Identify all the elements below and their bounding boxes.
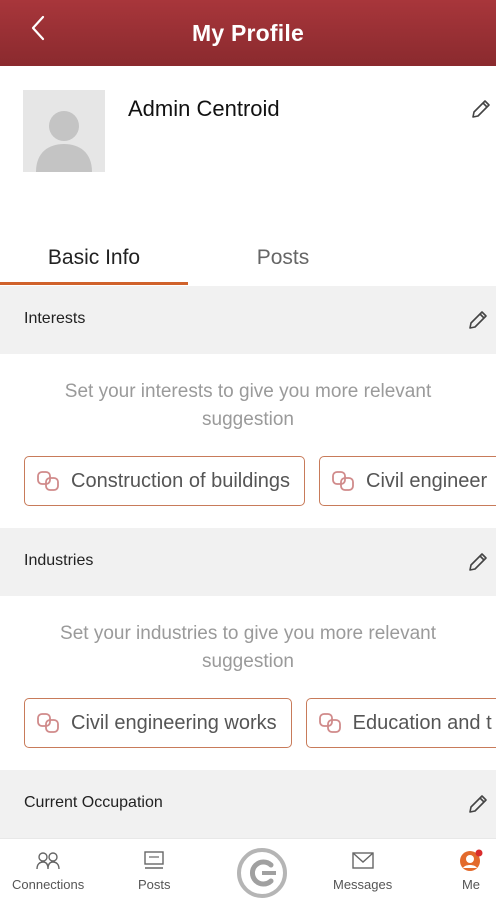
interest-chip-label: Civil engineer bbox=[366, 469, 488, 492]
interests-label: Interests bbox=[24, 310, 86, 327]
tab-basic-info[interactable]: Basic Info bbox=[0, 230, 188, 286]
industries-hint: Set your industries to give you more rel… bbox=[60, 623, 436, 672]
nav-connections[interactable]: Connections bbox=[12, 849, 84, 892]
interests-section-header: Interests bbox=[0, 286, 496, 354]
edit-interests-icon[interactable] bbox=[466, 308, 490, 332]
back-arrow-icon[interactable] bbox=[24, 13, 54, 43]
chain-link-icon bbox=[318, 713, 341, 733]
interests-hint: Set your interests to give you more rele… bbox=[64, 381, 432, 430]
nav-me[interactable]: Me bbox=[458, 849, 484, 892]
occupation-label: Current Occupation bbox=[24, 794, 163, 811]
occupation-section-header: Current Occupation bbox=[0, 770, 496, 838]
avatar[interactable] bbox=[23, 90, 105, 172]
default-avatar-icon bbox=[36, 111, 92, 172]
interests-chip-row: Construction of buildings Civil engineer bbox=[24, 456, 496, 506]
envelope-icon bbox=[351, 852, 374, 869]
chain-link-icon bbox=[37, 471, 59, 491]
nav-connections-label: Connections bbox=[12, 877, 85, 892]
interest-chip-label: Construction of buildings bbox=[71, 469, 291, 492]
tab-posts[interactable]: Posts bbox=[188, 230, 378, 286]
nav-messages[interactable]: Messages bbox=[333, 849, 392, 892]
app-bar: My Profile bbox=[0, 0, 496, 66]
posts-icon bbox=[144, 851, 164, 869]
edit-industries-icon[interactable] bbox=[466, 550, 490, 574]
industry-chip[interactable]: Civil engineering works bbox=[24, 698, 292, 748]
bottom-nav: Connections Posts Messages Me bbox=[0, 838, 496, 900]
edit-occupation-icon[interactable] bbox=[466, 792, 490, 816]
nav-posts-label: Posts bbox=[138, 877, 171, 892]
nav-messages-label: Messages bbox=[333, 877, 393, 892]
profile-header: Admin Centroid bbox=[0, 66, 496, 226]
industry-chip[interactable]: Education and t bbox=[305, 698, 496, 748]
app-logo-icon[interactable] bbox=[236, 847, 288, 899]
nav-posts[interactable]: Posts bbox=[138, 849, 171, 892]
me-profile-icon bbox=[460, 849, 483, 871]
industries-label: Industries bbox=[24, 552, 94, 569]
nav-me-label: Me bbox=[461, 877, 481, 892]
profile-tabs: Basic Info Posts bbox=[0, 230, 496, 286]
connections-icon bbox=[36, 852, 60, 870]
industries-section-header: Industries bbox=[0, 528, 496, 596]
profile-name: Admin Centroid bbox=[128, 96, 280, 121]
edit-profile-icon[interactable] bbox=[469, 97, 493, 121]
industry-chip-label: Education and t bbox=[352, 711, 492, 734]
interest-chip[interactable]: Construction of buildings bbox=[24, 456, 306, 506]
chain-link-icon bbox=[37, 713, 59, 733]
industries-chip-row: Civil engineering works Education and t bbox=[24, 698, 496, 748]
industry-chip-label: Civil engineering works bbox=[71, 711, 277, 734]
page-title: My Profile bbox=[192, 19, 304, 46]
interest-chip[interactable]: Civil engineer bbox=[319, 456, 496, 506]
chain-link-icon bbox=[332, 471, 354, 491]
